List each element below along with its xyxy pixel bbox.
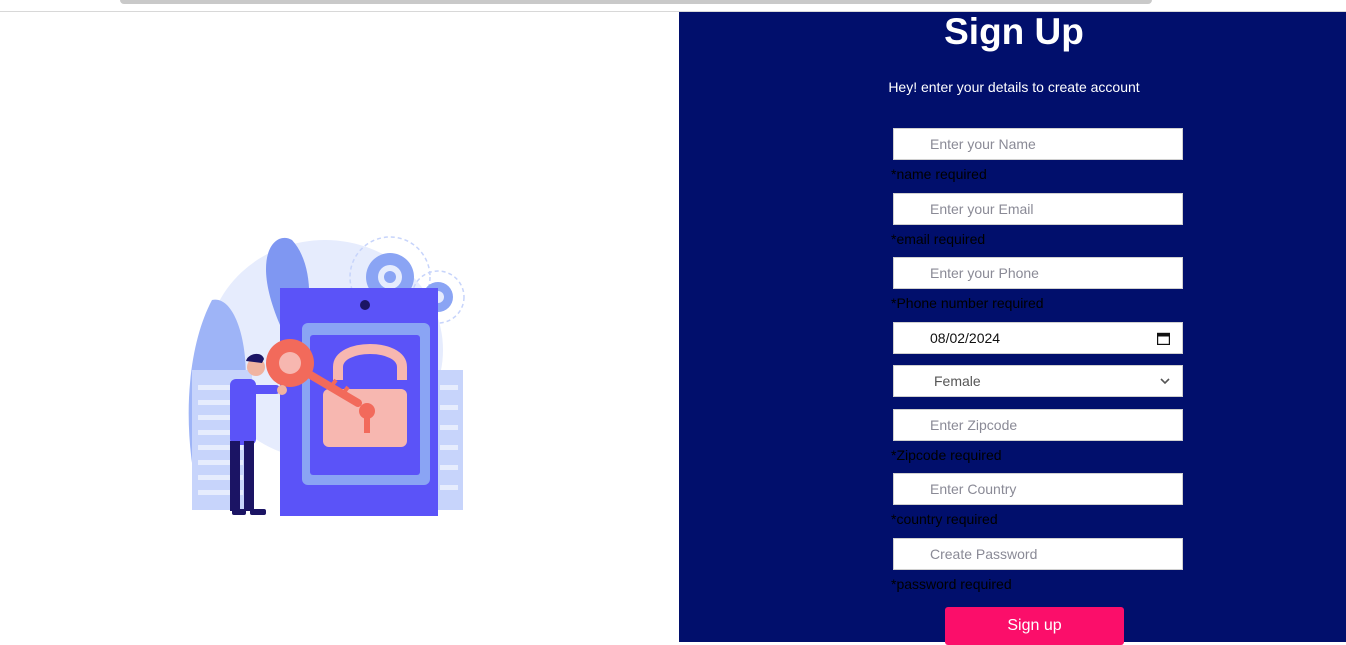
chevron-down-icon [1160, 377, 1170, 384]
zipcode-input[interactable] [893, 409, 1183, 441]
phone-error: *Phone number required [891, 295, 1044, 311]
password-error: *password required [891, 576, 1012, 592]
signup-button[interactable]: Sign up [945, 607, 1124, 645]
security-illustration [188, 236, 465, 516]
country-error: *country required [891, 511, 998, 527]
gender-select[interactable]: Female [893, 365, 1183, 397]
date-value: 08/02/2024 [930, 330, 1001, 346]
email-error: *email required [891, 231, 986, 247]
name-input[interactable] [893, 128, 1183, 160]
zipcode-error: *Zipcode required [891, 447, 1002, 463]
form-subtitle: Hey! enter your details to create accoun… [888, 79, 1140, 95]
page-title: Sign Up [944, 11, 1084, 52]
date-of-birth-input[interactable]: 08/02/2024 [893, 322, 1183, 354]
horizontal-scrollbar[interactable] [120, 0, 1152, 4]
password-input[interactable] [893, 538, 1183, 570]
email-input[interactable] [893, 193, 1183, 225]
phone-input[interactable] [893, 257, 1183, 289]
gender-selected-value: Female [934, 373, 981, 389]
illustration-panel [0, 12, 679, 642]
calendar-icon[interactable] [1157, 332, 1170, 345]
country-input[interactable] [893, 473, 1183, 505]
name-error: *name required [891, 166, 987, 182]
signup-form-panel: Sign Up Hey! enter your details to creat… [679, 11, 1346, 645]
